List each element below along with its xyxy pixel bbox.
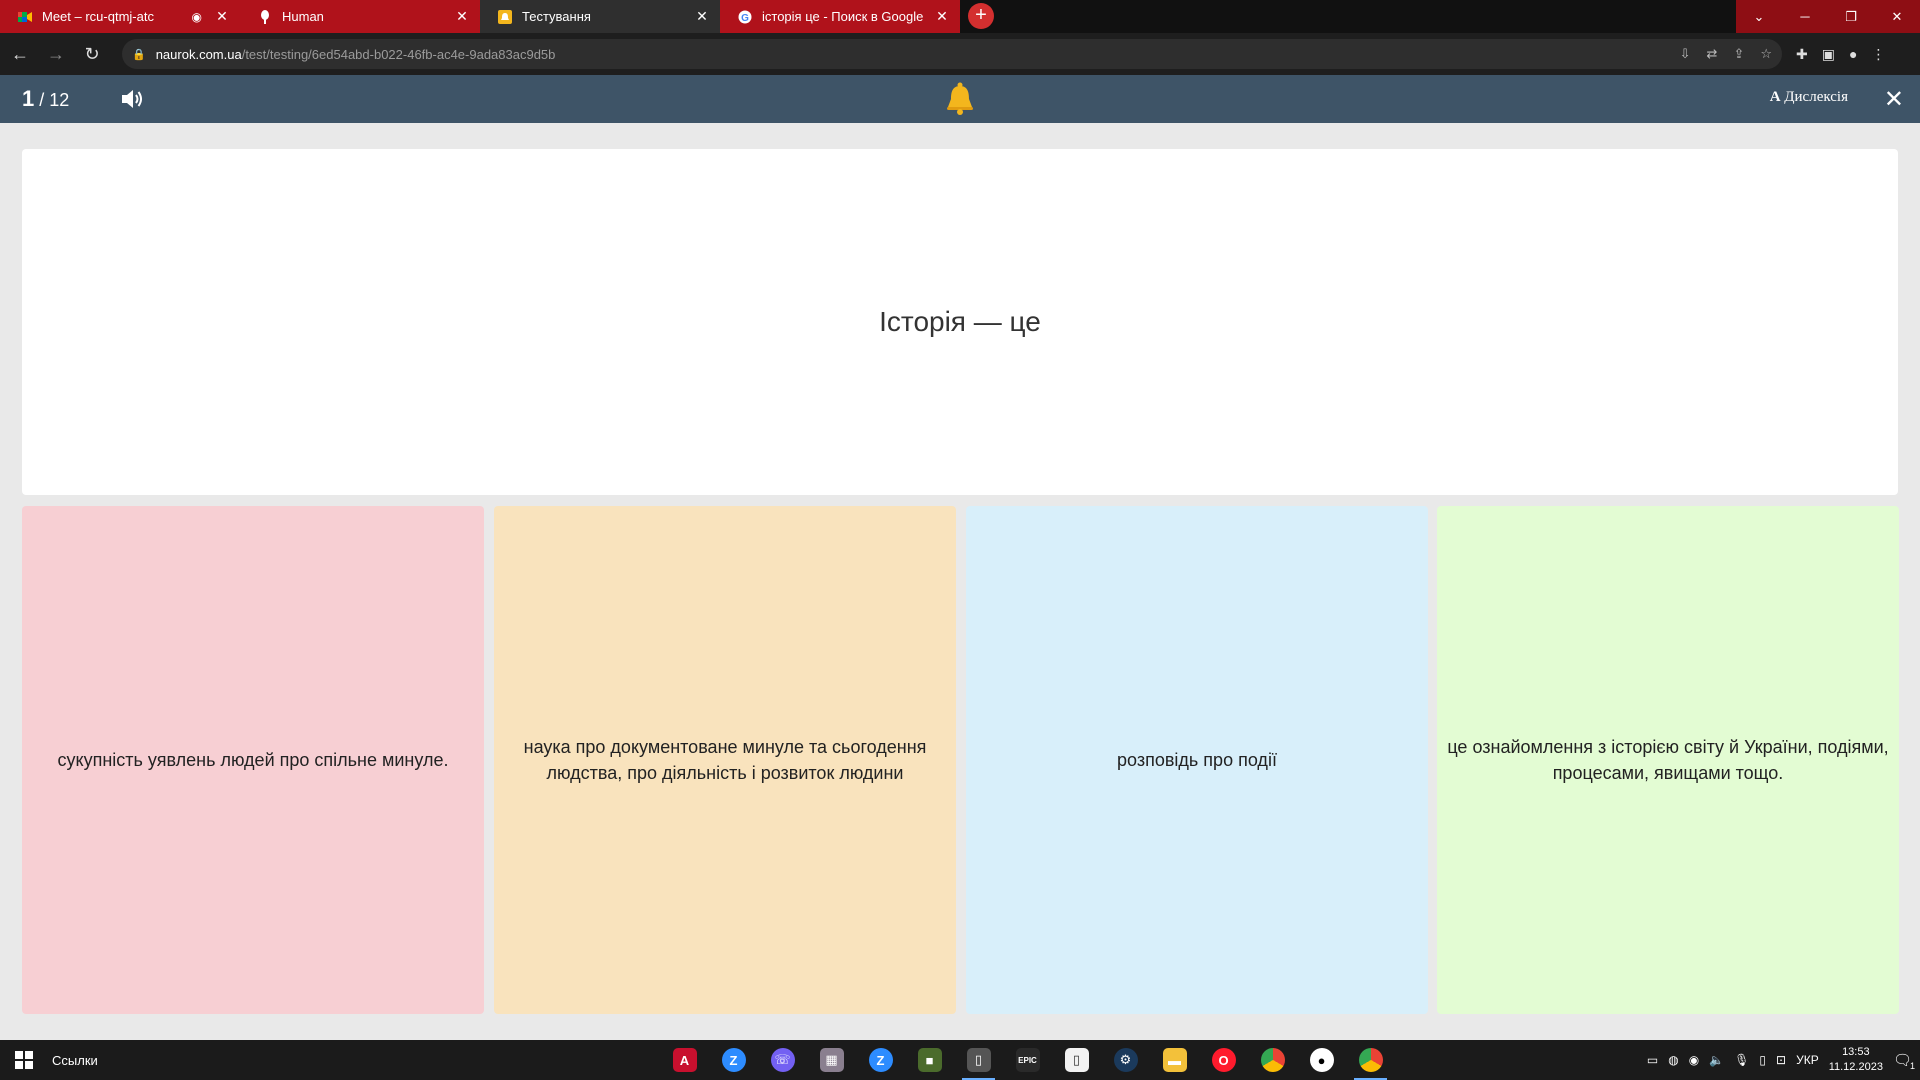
- notification-count: 1: [1909, 1061, 1915, 1071]
- window-controls: ⌄ ─ ❐ ✕: [1736, 0, 1920, 33]
- volume-icon[interactable]: 🔈: [1709, 1053, 1724, 1067]
- answer-option-4[interactable]: це ознайомлення з історією світу й Украї…: [1437, 506, 1899, 1014]
- dyslexia-toggle[interactable]: A Дислексія: [1770, 89, 1848, 106]
- tray-chrome-icon[interactable]: ◍: [1668, 1053, 1678, 1067]
- current-question: 1: [22, 86, 35, 111]
- viber-icon[interactable]: ☏: [758, 1040, 807, 1080]
- browser-toolbar: ← → ↻ 🔒 naurok.com.ua/test/testing/6ed54…: [0, 33, 1920, 75]
- dyslexia-glyph: A: [1769, 89, 1781, 105]
- recording-icon: ◉: [191, 9, 202, 24]
- address-bar[interactable]: 🔒 naurok.com.ua/test/testing/6ed54abd-b0…: [122, 39, 1782, 69]
- share-icon[interactable]: ⇪: [1733, 46, 1744, 62]
- tray-viber-icon[interactable]: ◉: [1689, 1053, 1699, 1067]
- tab-human[interactable]: Human ✕: [240, 0, 480, 33]
- dyslexia-label: Дислексія: [1784, 89, 1848, 105]
- chrome-icon[interactable]: [1248, 1040, 1297, 1080]
- acrobat-icon[interactable]: A: [660, 1040, 709, 1080]
- google-icon: G: [738, 10, 752, 24]
- network-icon[interactable]: ⊡: [1776, 1053, 1786, 1067]
- battery-icon[interactable]: ▯: [1759, 1053, 1766, 1067]
- close-quiz-icon[interactable]: ✕: [1884, 85, 1904, 114]
- close-tab-icon[interactable]: ✕: [934, 8, 950, 25]
- side-panel-icon[interactable]: ▣: [1822, 46, 1835, 63]
- reload-icon[interactable]: ↻: [76, 38, 108, 70]
- tab-meet[interactable]: Meet – rcu-qtmj-atc ◉ ✕: [0, 0, 240, 33]
- tab-title: історія це - Поиск в Google: [762, 9, 924, 24]
- extensions-icon[interactable]: ✚: [1796, 46, 1808, 63]
- tab-title: Meet – rcu-qtmj-atc: [42, 9, 154, 24]
- question-counter: 1 / 12: [22, 86, 69, 112]
- tab-google-search[interactable]: G історія це - Поиск в Google ✕: [720, 0, 960, 33]
- tab-strip: Meet – rcu-qtmj-atc ◉ ✕ Human ✕ Тестуван…: [0, 0, 1920, 33]
- url-path: /test/testing/6ed54abd-b022-46fb-ac4e-9a…: [241, 46, 556, 62]
- forward-icon[interactable]: →: [40, 38, 72, 70]
- taskbar-apps: A Z ☏ ▦ Z ■ ▯ EPIC ▯ ⚙ ▬ O ●: [660, 1040, 1395, 1080]
- links-toolbar[interactable]: Ссылки: [52, 1053, 98, 1068]
- close-window-icon[interactable]: ✕: [1874, 0, 1920, 33]
- tab-search-icon[interactable]: ⌄: [1736, 0, 1782, 33]
- human-icon: [258, 9, 272, 24]
- windows-taskbar: Ссылки A Z ☏ ▦ Z ■ ▯ EPIC ▯ ⚙ ▬ O ● ▭ ◍ …: [0, 1040, 1920, 1080]
- minimize-icon[interactable]: ─: [1782, 0, 1828, 33]
- language-indicator[interactable]: УКР: [1796, 1053, 1819, 1067]
- clock[interactable]: 13:53 11.12.2023: [1829, 1045, 1883, 1075]
- answer-text: розповідь про події: [1117, 750, 1277, 770]
- answer-option-2[interactable]: наука про документоване минуле та сьогод…: [494, 506, 956, 1014]
- install-icon[interactable]: ⇩: [1680, 46, 1691, 62]
- opera-icon[interactable]: O: [1199, 1040, 1248, 1080]
- translate-icon[interactable]: ⇄: [1707, 46, 1718, 62]
- notifications-icon[interactable]: 🗨 1: [1893, 1051, 1915, 1071]
- answer-option-3[interactable]: розповідь про події: [966, 506, 1428, 1014]
- black-app-icon[interactable]: ●: [1297, 1040, 1346, 1080]
- file-icon[interactable]: ▯: [1052, 1040, 1101, 1080]
- back-icon[interactable]: ←: [4, 38, 36, 70]
- chrome-active-icon[interactable]: [1346, 1040, 1395, 1080]
- zoom-icon[interactable]: Z: [856, 1040, 905, 1080]
- tab-title: Тестування: [522, 9, 591, 24]
- menu-icon[interactable]: ⋮: [1871, 46, 1885, 63]
- minecraft-icon[interactable]: ■: [905, 1040, 954, 1080]
- new-tab-button[interactable]: +: [968, 3, 994, 29]
- clock-date: 11.12.2023: [1828, 1061, 1883, 1073]
- restore-icon[interactable]: ❐: [1828, 0, 1874, 33]
- answer-option-1[interactable]: сукупність уявлень людей про спільне мин…: [22, 506, 484, 1014]
- close-tab-icon[interactable]: ✕: [694, 8, 710, 25]
- total-questions: / 12: [39, 90, 70, 110]
- close-tab-icon[interactable]: ✕: [214, 8, 230, 25]
- epic-games-icon[interactable]: EPIC: [1003, 1040, 1052, 1080]
- naurok-icon: [498, 9, 512, 24]
- archive-icon[interactable]: ▦: [807, 1040, 856, 1080]
- lock-icon: 🔒: [132, 48, 146, 61]
- tab-title: Human: [282, 9, 324, 24]
- answer-text: наука про документоване минуле та сьогод…: [523, 737, 927, 783]
- steam-icon[interactable]: ⚙: [1101, 1040, 1150, 1080]
- bell-icon[interactable]: [944, 81, 976, 115]
- profile-avatar-icon[interactable]: ●: [1849, 46, 1857, 62]
- tab-testing[interactable]: Тестування ✕: [480, 0, 720, 33]
- folder-icon[interactable]: ▬: [1150, 1040, 1199, 1080]
- bookmark-star-icon[interactable]: ☆: [1760, 46, 1772, 62]
- google-meet-icon: [18, 10, 32, 24]
- answer-text: сукупність уявлень людей про спільне мин…: [57, 750, 449, 770]
- system-tray: ▭ ◍ ◉ 🔈 🎙 ▯ ⊡ УКР 13:53 11.12.2023 🗨 1: [1647, 1040, 1915, 1080]
- tray-device-icon[interactable]: ▭: [1647, 1053, 1658, 1067]
- windows-start-icon[interactable]: [0, 1040, 48, 1080]
- quiz-header: 1 / 12 A Дислексія ✕: [0, 75, 1920, 123]
- microphone-icon[interactable]: 🎙: [1734, 1053, 1749, 1067]
- answer-text: це ознайомлення з історією світу й Украї…: [1447, 737, 1889, 783]
- mouse-app-icon[interactable]: ▯: [954, 1040, 1003, 1080]
- speaker-icon[interactable]: [119, 86, 145, 112]
- question-text: Історія — це: [879, 306, 1041, 337]
- url-host: naurok.com.ua: [155, 46, 242, 62]
- close-tab-icon[interactable]: ✕: [454, 8, 470, 25]
- zoom-z-icon[interactable]: Z: [709, 1040, 758, 1080]
- question-card: Історія — це: [22, 149, 1898, 495]
- svg-text:G: G: [741, 13, 749, 24]
- clock-time: 13:53: [1842, 1046, 1870, 1058]
